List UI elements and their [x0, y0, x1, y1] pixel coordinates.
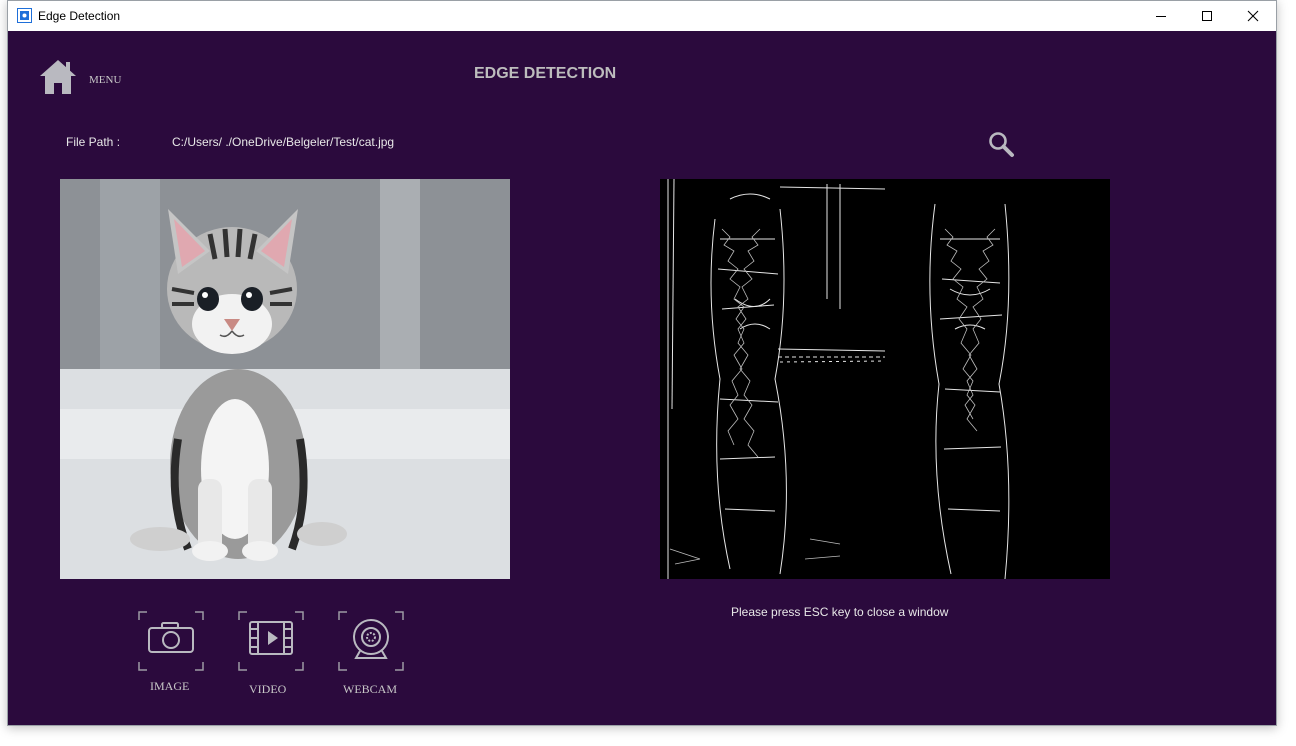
minimize-icon	[1156, 16, 1166, 17]
video-mode-label[interactable]: VIDEO	[249, 682, 286, 697]
main-content: MENU EDGE DETECTION File Path : C:/Users…	[8, 31, 1276, 725]
minimize-button[interactable]	[1138, 1, 1184, 31]
menu-label[interactable]: MENU	[89, 74, 121, 86]
video-mode-button[interactable]	[238, 611, 304, 671]
webcam-icon	[338, 611, 404, 671]
esc-hint: Please press ESC key to close a window	[731, 605, 949, 619]
file-path-value: C:/Users/ ./OneDrive/Belgeler/Test/cat.j…	[172, 135, 395, 149]
close-button[interactable]	[1230, 1, 1276, 31]
home-icon[interactable]	[38, 58, 78, 96]
webcam-mode-label[interactable]: WEBCAM	[343, 682, 397, 697]
title-bar: Edge Detection	[8, 1, 1276, 31]
app-icon	[17, 8, 32, 23]
search-icon[interactable]	[987, 130, 1015, 158]
video-icon	[238, 611, 304, 671]
maximize-button[interactable]	[1184, 1, 1230, 31]
edge-map	[667, 179, 1010, 579]
webcam-mode-button[interactable]	[338, 611, 404, 671]
file-path-label: File Path :	[66, 135, 121, 149]
app-window: Edge Detection MENU EDGE DETECTION File …	[7, 0, 1277, 726]
kitten-photo	[60, 179, 510, 579]
edge-result-image	[660, 179, 1110, 579]
page-title: EDGE DETECTION	[474, 65, 617, 82]
close-icon	[1247, 10, 1259, 22]
maximize-icon	[1202, 11, 1212, 21]
window-title: Edge Detection	[38, 9, 121, 23]
image-mode-button[interactable]	[138, 611, 204, 671]
image-mode-label[interactable]: IMAGE	[150, 679, 189, 694]
original-image	[60, 179, 510, 579]
camera-icon	[138, 611, 204, 671]
